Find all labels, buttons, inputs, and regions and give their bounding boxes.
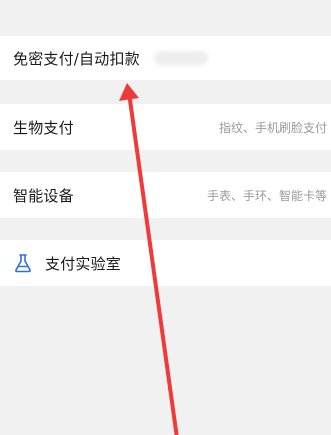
payment-settings-page: 免密支付/自动扣款 生物支付 指纹、手机刷脸支付 智能设备 手表、手环、智能卡等… [0, 0, 331, 435]
row-title: 智能设备 [13, 186, 74, 205]
row-subtitle: 指纹、手机刷脸支付 [218, 120, 327, 135]
settings-row-payment-lab[interactable]: 支付实验室 [0, 240, 331, 286]
row-subtitle: 手表、手环、智能卡等 [206, 188, 327, 203]
row-title: 免密支付/自动扣款 [13, 49, 140, 68]
blurred-subtitle [153, 51, 208, 65]
settings-row-password-free-payment[interactable]: 免密支付/自动扣款 [0, 36, 331, 80]
settings-row-biometric-payment[interactable]: 生物支付 指纹、手机刷脸支付 [0, 104, 331, 150]
settings-row-smart-devices[interactable]: 智能设备 手表、手环、智能卡等 [0, 172, 331, 218]
row-title: 生物支付 [13, 118, 74, 137]
flask-icon [13, 252, 33, 274]
row-title: 支付实验室 [45, 254, 122, 273]
